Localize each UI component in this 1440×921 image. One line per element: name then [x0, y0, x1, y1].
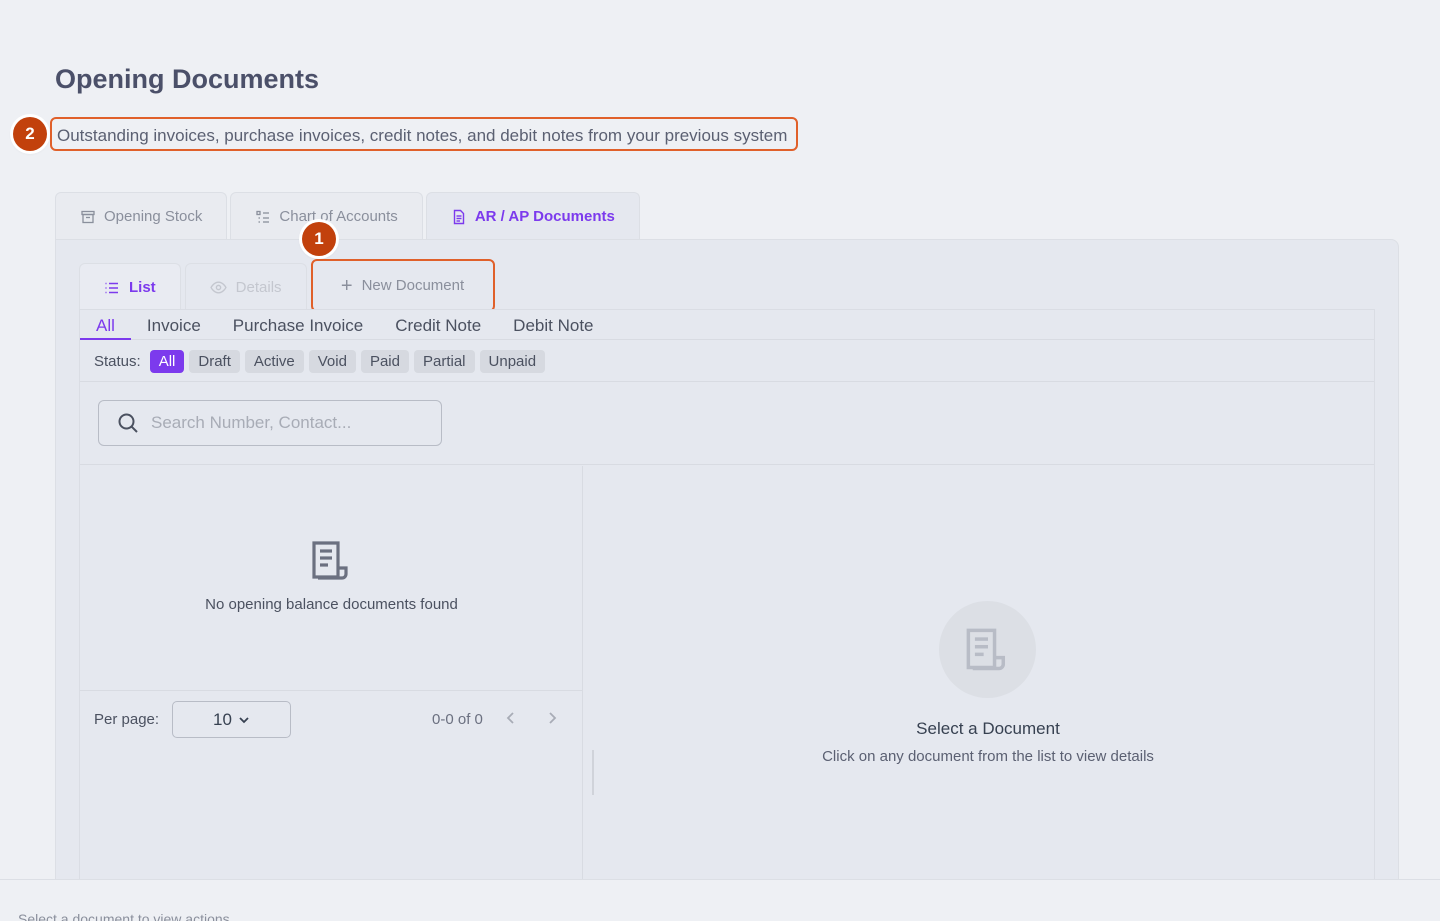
document-icon — [453, 209, 465, 224]
per-page-value: 10 — [213, 709, 232, 729]
inventory-icon — [81, 210, 95, 223]
tab-details-label: Details — [235, 279, 282, 296]
per-page-select[interactable]: 10 — [172, 701, 291, 738]
tab-ar-ap-documents[interactable]: AR / AP Documents — [425, 192, 640, 240]
search-box[interactable] — [98, 400, 442, 446]
annotation-badge-2: 2 — [13, 117, 47, 151]
status-chip-partial[interactable]: Partial — [413, 349, 475, 373]
receipt-icon — [966, 628, 1005, 670]
list-tree-icon — [256, 210, 270, 223]
status-chip-void[interactable]: Void — [308, 349, 356, 373]
annotation-badge-1: 1 — [302, 222, 336, 256]
page-subtitle: Outstanding invoices, purchase invoices,… — [50, 117, 798, 151]
status-chip-all[interactable]: All — [149, 349, 185, 373]
top-tabs: Opening Stock Chart of Accounts AR / AP … — [55, 192, 640, 240]
search-input[interactable] — [151, 413, 421, 433]
tab-opening-stock[interactable]: Opening Stock — [55, 192, 228, 240]
status-chip-active[interactable]: Active — [244, 349, 304, 373]
type-tab-debit-note[interactable]: Debit Note — [497, 310, 609, 340]
eye-icon — [209, 281, 227, 294]
chevron-down-icon — [239, 716, 249, 723]
list-icon — [105, 282, 118, 293]
view-tabs: List Details + New Document — [79, 259, 495, 312]
plus-icon: + — [340, 274, 353, 297]
status-filter: Status: All Draft Active Void Paid Parti… — [80, 341, 1374, 382]
pane-resize-handle[interactable] — [592, 750, 594, 795]
next-page-button[interactable] — [542, 708, 562, 728]
status-label: Status: — [94, 352, 141, 370]
detail-placeholder-icon-circle — [939, 601, 1036, 698]
detail-empty-title: Select a Document — [916, 719, 1060, 738]
document-list-pane: No opening balance documents found Per p… — [80, 466, 583, 879]
status-chip-unpaid[interactable]: Unpaid — [479, 349, 546, 373]
status-chip-draft[interactable]: Draft — [189, 349, 240, 373]
detail-empty-description: Click on any document from the list to v… — [822, 748, 1154, 765]
type-tab-all[interactable]: All — [80, 310, 131, 340]
search-row — [80, 382, 1374, 465]
document-type-tabs: All Invoice Purchase Invoice Credit Note… — [80, 310, 1374, 340]
action-footer: Select a document to view actions — [0, 879, 1440, 921]
chevron-right-icon — [549, 712, 557, 724]
new-document-label: New Document — [361, 277, 465, 294]
pagination: Per page: 10 0-0 of 0 — [80, 690, 583, 750]
page-title: Opening Documents — [55, 64, 320, 94]
tab-list[interactable]: List — [79, 263, 181, 311]
status-chip-paid[interactable]: Paid — [360, 349, 409, 373]
tab-label: Chart of Accounts — [279, 208, 398, 225]
search-icon — [118, 413, 138, 433]
type-tab-purchase-invoice[interactable]: Purchase Invoice — [217, 310, 379, 340]
chevron-left-icon — [506, 712, 514, 724]
per-page-label: Per page: — [94, 711, 160, 728]
tab-label: AR / AP Documents — [474, 208, 615, 225]
prev-page-button[interactable] — [501, 708, 521, 728]
tab-label: Opening Stock — [104, 208, 203, 225]
receipt-icon — [312, 541, 348, 580]
page-range-text: 0-0 of 0 — [432, 711, 483, 728]
type-tab-invoice[interactable]: Invoice — [131, 310, 217, 340]
new-document-button[interactable]: + New Document — [310, 259, 495, 312]
type-tab-credit-note[interactable]: Credit Note — [379, 310, 497, 340]
tab-details[interactable]: Details — [184, 263, 307, 311]
empty-state-text: No opening balance documents found — [205, 596, 458, 613]
footer-text: Select a document to view actions — [18, 911, 230, 921]
tab-list-label: List — [129, 279, 156, 296]
